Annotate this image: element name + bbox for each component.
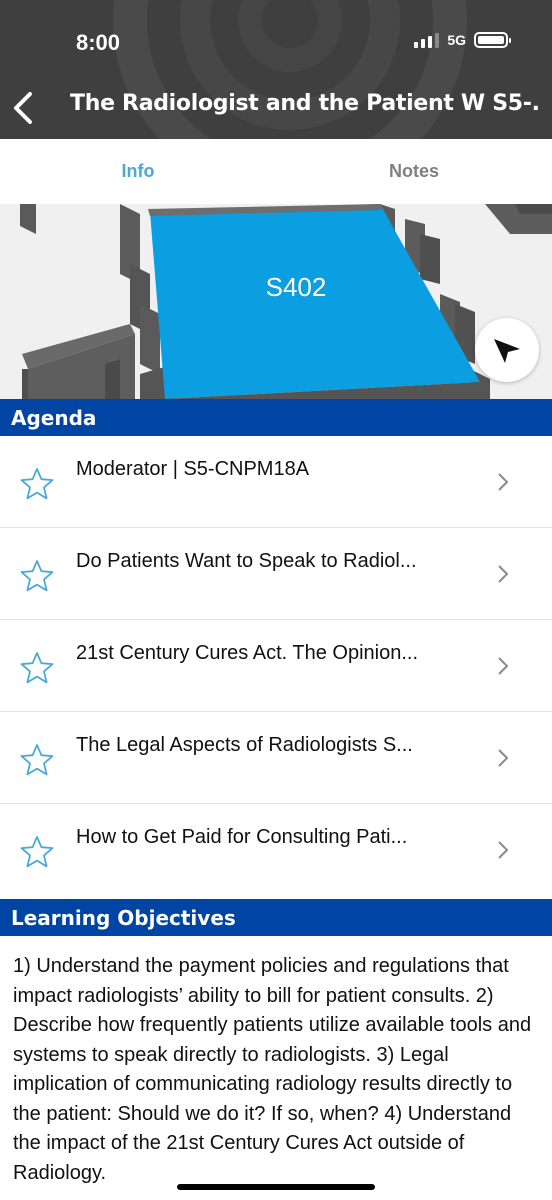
chevron-right-icon (498, 473, 509, 491)
tab-info[interactable]: Info (0, 139, 276, 204)
back-button[interactable] (8, 88, 40, 128)
star-outline-icon[interactable] (19, 834, 55, 870)
page-title: The Radiologist and the Patient W S5-... (70, 91, 540, 116)
agenda-item[interactable]: Moderator | S5-CNPM18A (0, 436, 552, 528)
room-label: S402 (265, 272, 327, 302)
agenda-item[interactable]: How to Get Paid for Consulting Pati... (0, 804, 552, 896)
tab-bar: Info Notes (0, 139, 552, 204)
agenda-item[interactable]: 21st Century Cures Act. The Opinion... (0, 620, 552, 712)
chevron-right-icon (498, 749, 509, 767)
learning-objectives-text: 1) Understand the payment policies and r… (13, 955, 532, 1184)
home-indicator[interactable] (177, 1184, 375, 1190)
floor-map[interactable]: S402 (0, 204, 552, 399)
status-time: 8:00 (76, 30, 121, 55)
navigation-arrow-icon (494, 339, 520, 363)
star-outline-icon[interactable] (19, 742, 55, 778)
agenda-item[interactable]: Do Patients Want to Speak to Radiol... (0, 528, 552, 620)
star-outline-icon[interactable] (19, 466, 55, 502)
agenda-item-title: Do Patients Want to Speak to Radiol... (76, 550, 417, 572)
signal-icon (414, 32, 440, 48)
star-outline-icon[interactable] (19, 558, 55, 594)
app-header: 8:00 5G The Radiologist and the Patient … (0, 0, 552, 139)
agenda-header: Agenda (0, 399, 552, 436)
locate-button[interactable] (475, 318, 539, 382)
status-icons: 5G (414, 32, 511, 48)
chevron-right-icon (498, 565, 509, 583)
agenda-item-title: How to Get Paid for Consulting Pati... (76, 826, 408, 848)
learning-objectives-header: Learning Objectives (0, 899, 552, 936)
tab-notes[interactable]: Notes (276, 139, 552, 204)
chevron-right-icon (498, 841, 509, 859)
agenda-item-title: The Legal Aspects of Radiologists S... (76, 734, 413, 756)
agenda-item-title: 21st Century Cures Act. The Opinion... (76, 642, 419, 664)
network-label: 5G (447, 32, 466, 48)
star-outline-icon[interactable] (19, 650, 55, 686)
back-chevron-icon (14, 92, 32, 124)
chevron-right-icon (498, 657, 509, 675)
agenda-item-title: Moderator | S5-CNPM18A (76, 458, 310, 480)
agenda-item[interactable]: The Legal Aspects of Radiologists S... (0, 712, 552, 804)
agenda-list: Moderator | S5-CNPM18A Do Patients Want … (0, 436, 552, 896)
battery-icon (474, 32, 511, 48)
header-decoration (113, 0, 467, 139)
